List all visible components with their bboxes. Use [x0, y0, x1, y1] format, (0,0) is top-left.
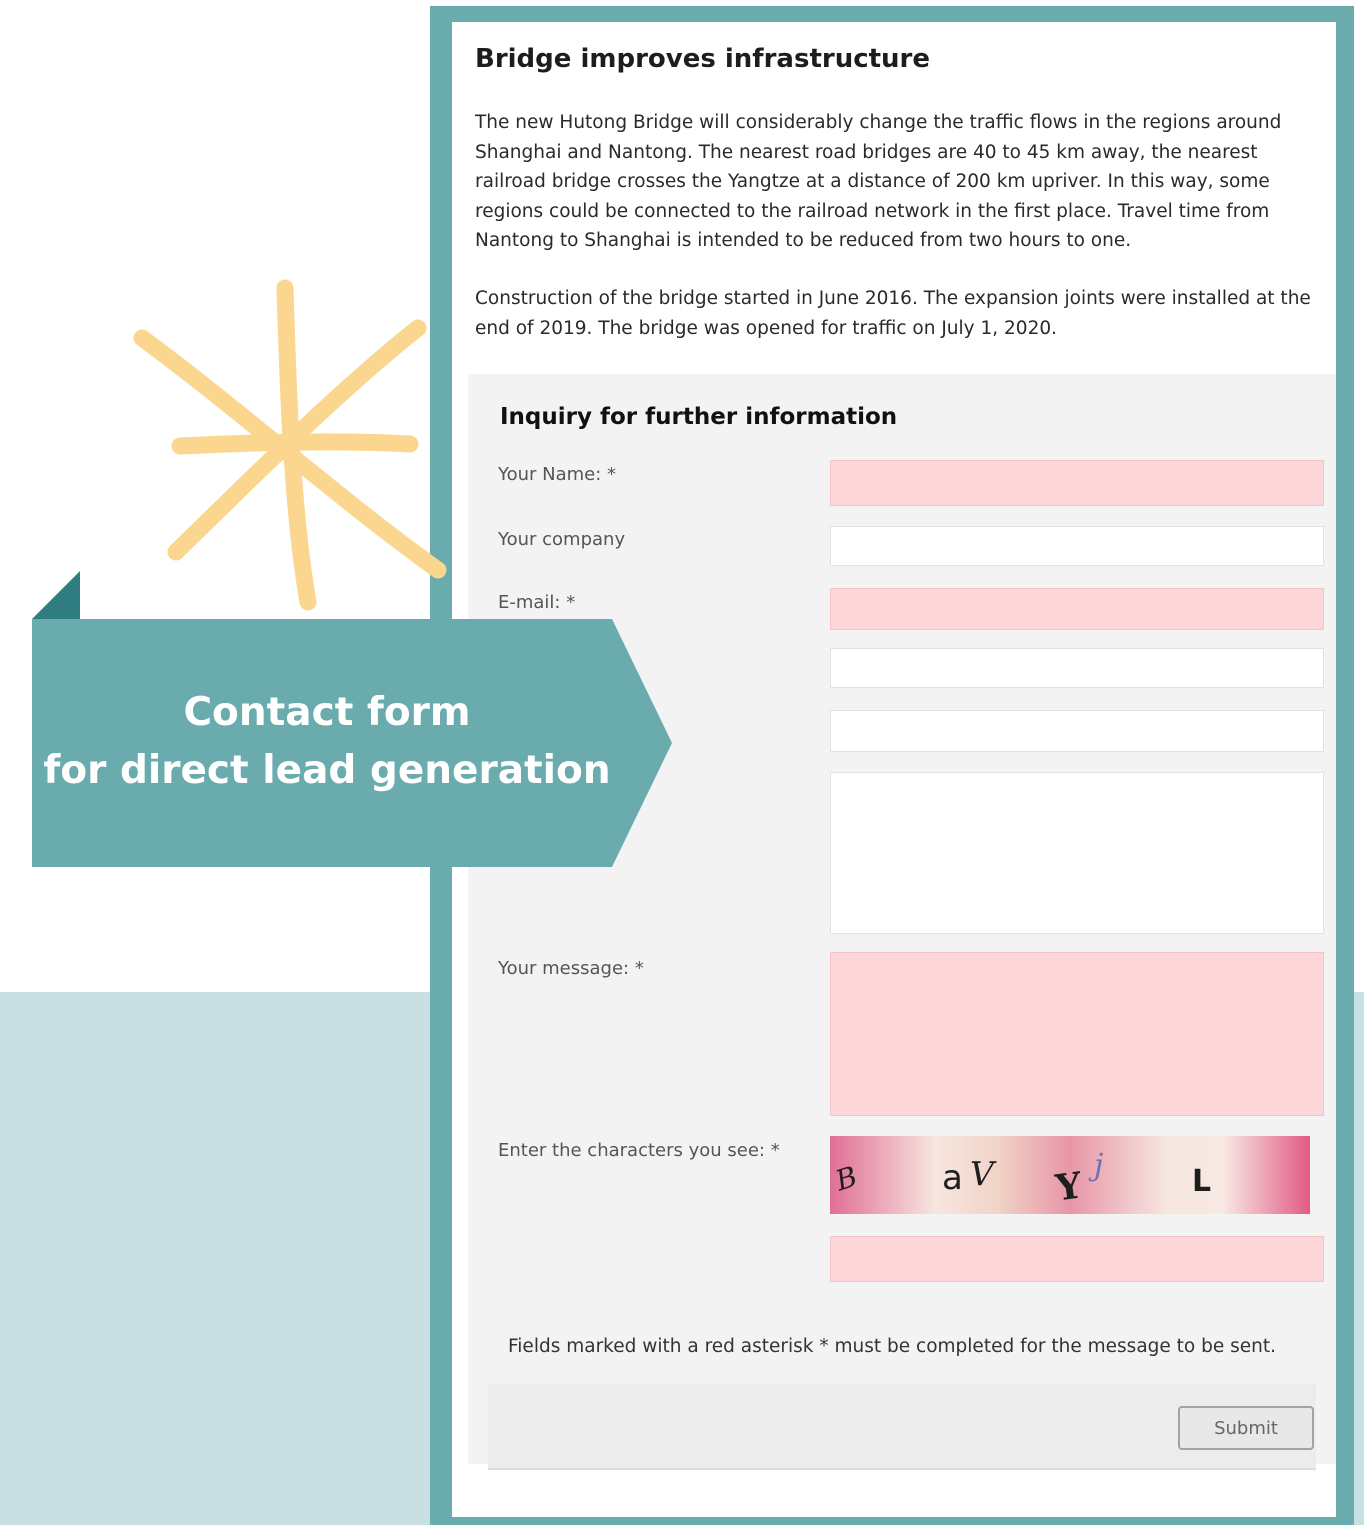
captcha-image: B a V Y j L	[830, 1136, 1310, 1214]
callout-line: Contact form	[183, 690, 471, 735]
article-paragraph: The new Hutong Bridge will considerably …	[475, 112, 1282, 251]
message-textarea[interactable]	[830, 952, 1324, 1116]
captcha-label: Enter the characters you see: *	[498, 1140, 780, 1161]
captcha-char: B	[831, 1159, 862, 1198]
callout-fold	[32, 571, 80, 619]
message-label: Your message: *	[498, 958, 644, 979]
sparkle-icon	[133, 279, 447, 611]
article-title: Bridge improves infrastructure	[475, 44, 931, 74]
submit-button[interactable]: Submit	[1178, 1406, 1314, 1450]
company-input[interactable]	[830, 526, 1324, 566]
name-label: Your Name: *	[498, 464, 617, 485]
captcha-char: j	[1094, 1148, 1104, 1183]
text-input[interactable]	[830, 710, 1324, 752]
captcha-char: V	[970, 1154, 994, 1193]
text-input[interactable]	[830, 648, 1324, 688]
captcha-char: a	[942, 1158, 963, 1198]
company-label: Your company	[498, 529, 626, 550]
email-input[interactable]	[830, 588, 1324, 630]
callout-line: for direct lead generation	[43, 748, 611, 793]
captcha-char: L	[1192, 1164, 1212, 1199]
captcha-input[interactable]	[830, 1236, 1324, 1282]
email-label: E-mail: *	[498, 592, 576, 613]
article-paragraph: Construction of the bridge started in Ju…	[475, 288, 1311, 339]
captcha-char: Y	[1053, 1164, 1085, 1210]
name-input[interactable]	[830, 460, 1324, 506]
callout-text: Contact form for direct lead generation	[32, 684, 622, 800]
form-title: Inquiry for further information	[500, 404, 898, 430]
required-note: Fields marked with a red asterisk * must…	[508, 1336, 1276, 1357]
text-area[interactable]	[830, 772, 1324, 934]
